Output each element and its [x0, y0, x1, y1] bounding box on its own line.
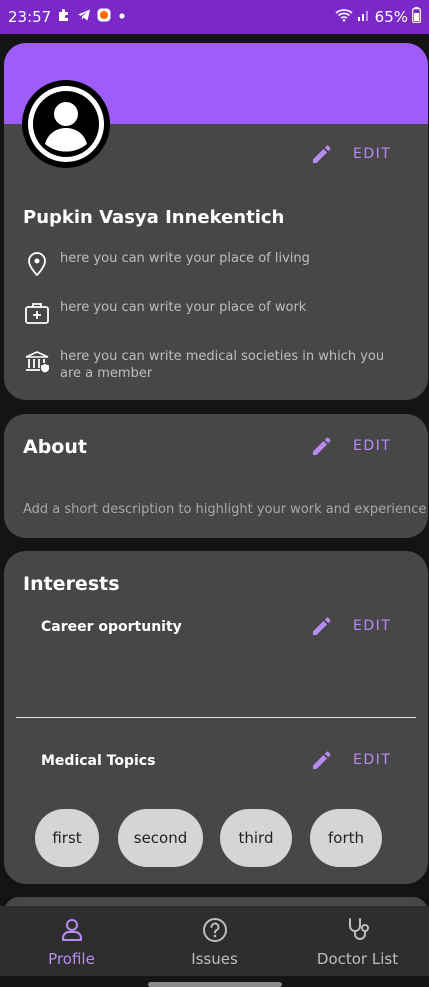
societies-row[interactable]: here you can write medical societies in … — [23, 348, 405, 382]
career-edit-button[interactable]: EDIT — [311, 615, 391, 637]
institution-icon — [23, 348, 51, 376]
work-text: here you can write your place of work — [60, 300, 307, 315]
medical-topics-edit-button[interactable]: EDIT — [311, 749, 391, 771]
living-row[interactable]: here you can write your place of living — [23, 250, 405, 278]
profile-edit-button[interactable]: EDIT — [311, 143, 391, 165]
app-screen: 23:57 65% EDIT Pupkin Vasya Innekentich … — [0, 0, 429, 987]
nav-label-issues: Issues — [191, 950, 238, 968]
nav-profile[interactable]: Profile — [0, 906, 143, 976]
nav-issues[interactable]: Issues — [143, 906, 286, 976]
edit-label: EDIT — [353, 146, 392, 162]
about-description: Add a short description to highlight you… — [23, 502, 427, 517]
interests-title: Interests — [23, 573, 120, 595]
avatar-placeholder — [28, 86, 104, 162]
interests-card: Interests Career oportunity EDIT Medical… — [4, 551, 428, 884]
puzzle-icon — [57, 8, 71, 26]
avatar[interactable] — [22, 80, 110, 168]
profile-card: EDIT Pupkin Vasya Innekentich here you c… — [4, 43, 428, 400]
wifi-icon — [335, 8, 353, 26]
topic-chip[interactable]: third — [220, 809, 292, 867]
topic-chip[interactable]: second — [118, 809, 203, 867]
about-edit-button[interactable]: EDIT — [311, 435, 391, 457]
societies-text: here you can write medical societies in … — [60, 349, 385, 381]
bottom-navigation: Profile Issues Doctor List — [0, 906, 429, 976]
edit-label: EDIT — [353, 438, 392, 454]
status-left: 23:57 — [8, 8, 127, 26]
about-title: About — [23, 436, 87, 458]
medical-topics-title: Medical Topics — [41, 753, 156, 769]
living-text: here you can write your place of living — [60, 251, 310, 266]
pencil-icon — [311, 615, 333, 637]
pencil-icon — [311, 749, 333, 771]
about-card: About EDIT Add a short description to hi… — [4, 414, 428, 538]
question-circle-icon — [202, 918, 227, 942]
topic-chip[interactable]: forth — [310, 809, 382, 867]
edit-label: EDIT — [353, 618, 392, 634]
career-title: Career oportunity — [41, 619, 182, 635]
topic-chip[interactable]: first — [35, 809, 99, 867]
stethoscope-icon — [348, 918, 369, 940]
nav-doctor-list[interactable]: Doctor List — [286, 906, 429, 976]
person-icon — [61, 919, 82, 941]
edit-label: EDIT — [353, 752, 392, 768]
profile-name: Pupkin Vasya Innekentich — [23, 207, 285, 228]
status-right: 65% — [335, 7, 421, 27]
battery-icon — [412, 7, 421, 27]
telegram-icon — [77, 8, 91, 26]
medical-bag-icon — [23, 299, 51, 327]
section-divider — [16, 717, 416, 718]
signal-icon — [357, 8, 371, 26]
pencil-icon — [311, 143, 333, 165]
battery-percent: 65% — [374, 8, 408, 26]
work-row[interactable]: here you can write your place of work — [23, 299, 405, 327]
nav-label-doctor-list: Doctor List — [316, 950, 399, 968]
app-notification-icon — [97, 8, 111, 26]
dot-icon — [117, 8, 127, 26]
pencil-icon — [311, 435, 333, 457]
person-silhouette-icon — [33, 91, 99, 157]
status-time: 23:57 — [8, 8, 52, 26]
status-bar: 23:57 65% — [0, 0, 429, 34]
gesture-handle[interactable] — [148, 982, 282, 987]
nav-label-profile: Profile — [48, 950, 95, 968]
location-pin-icon — [23, 250, 51, 278]
